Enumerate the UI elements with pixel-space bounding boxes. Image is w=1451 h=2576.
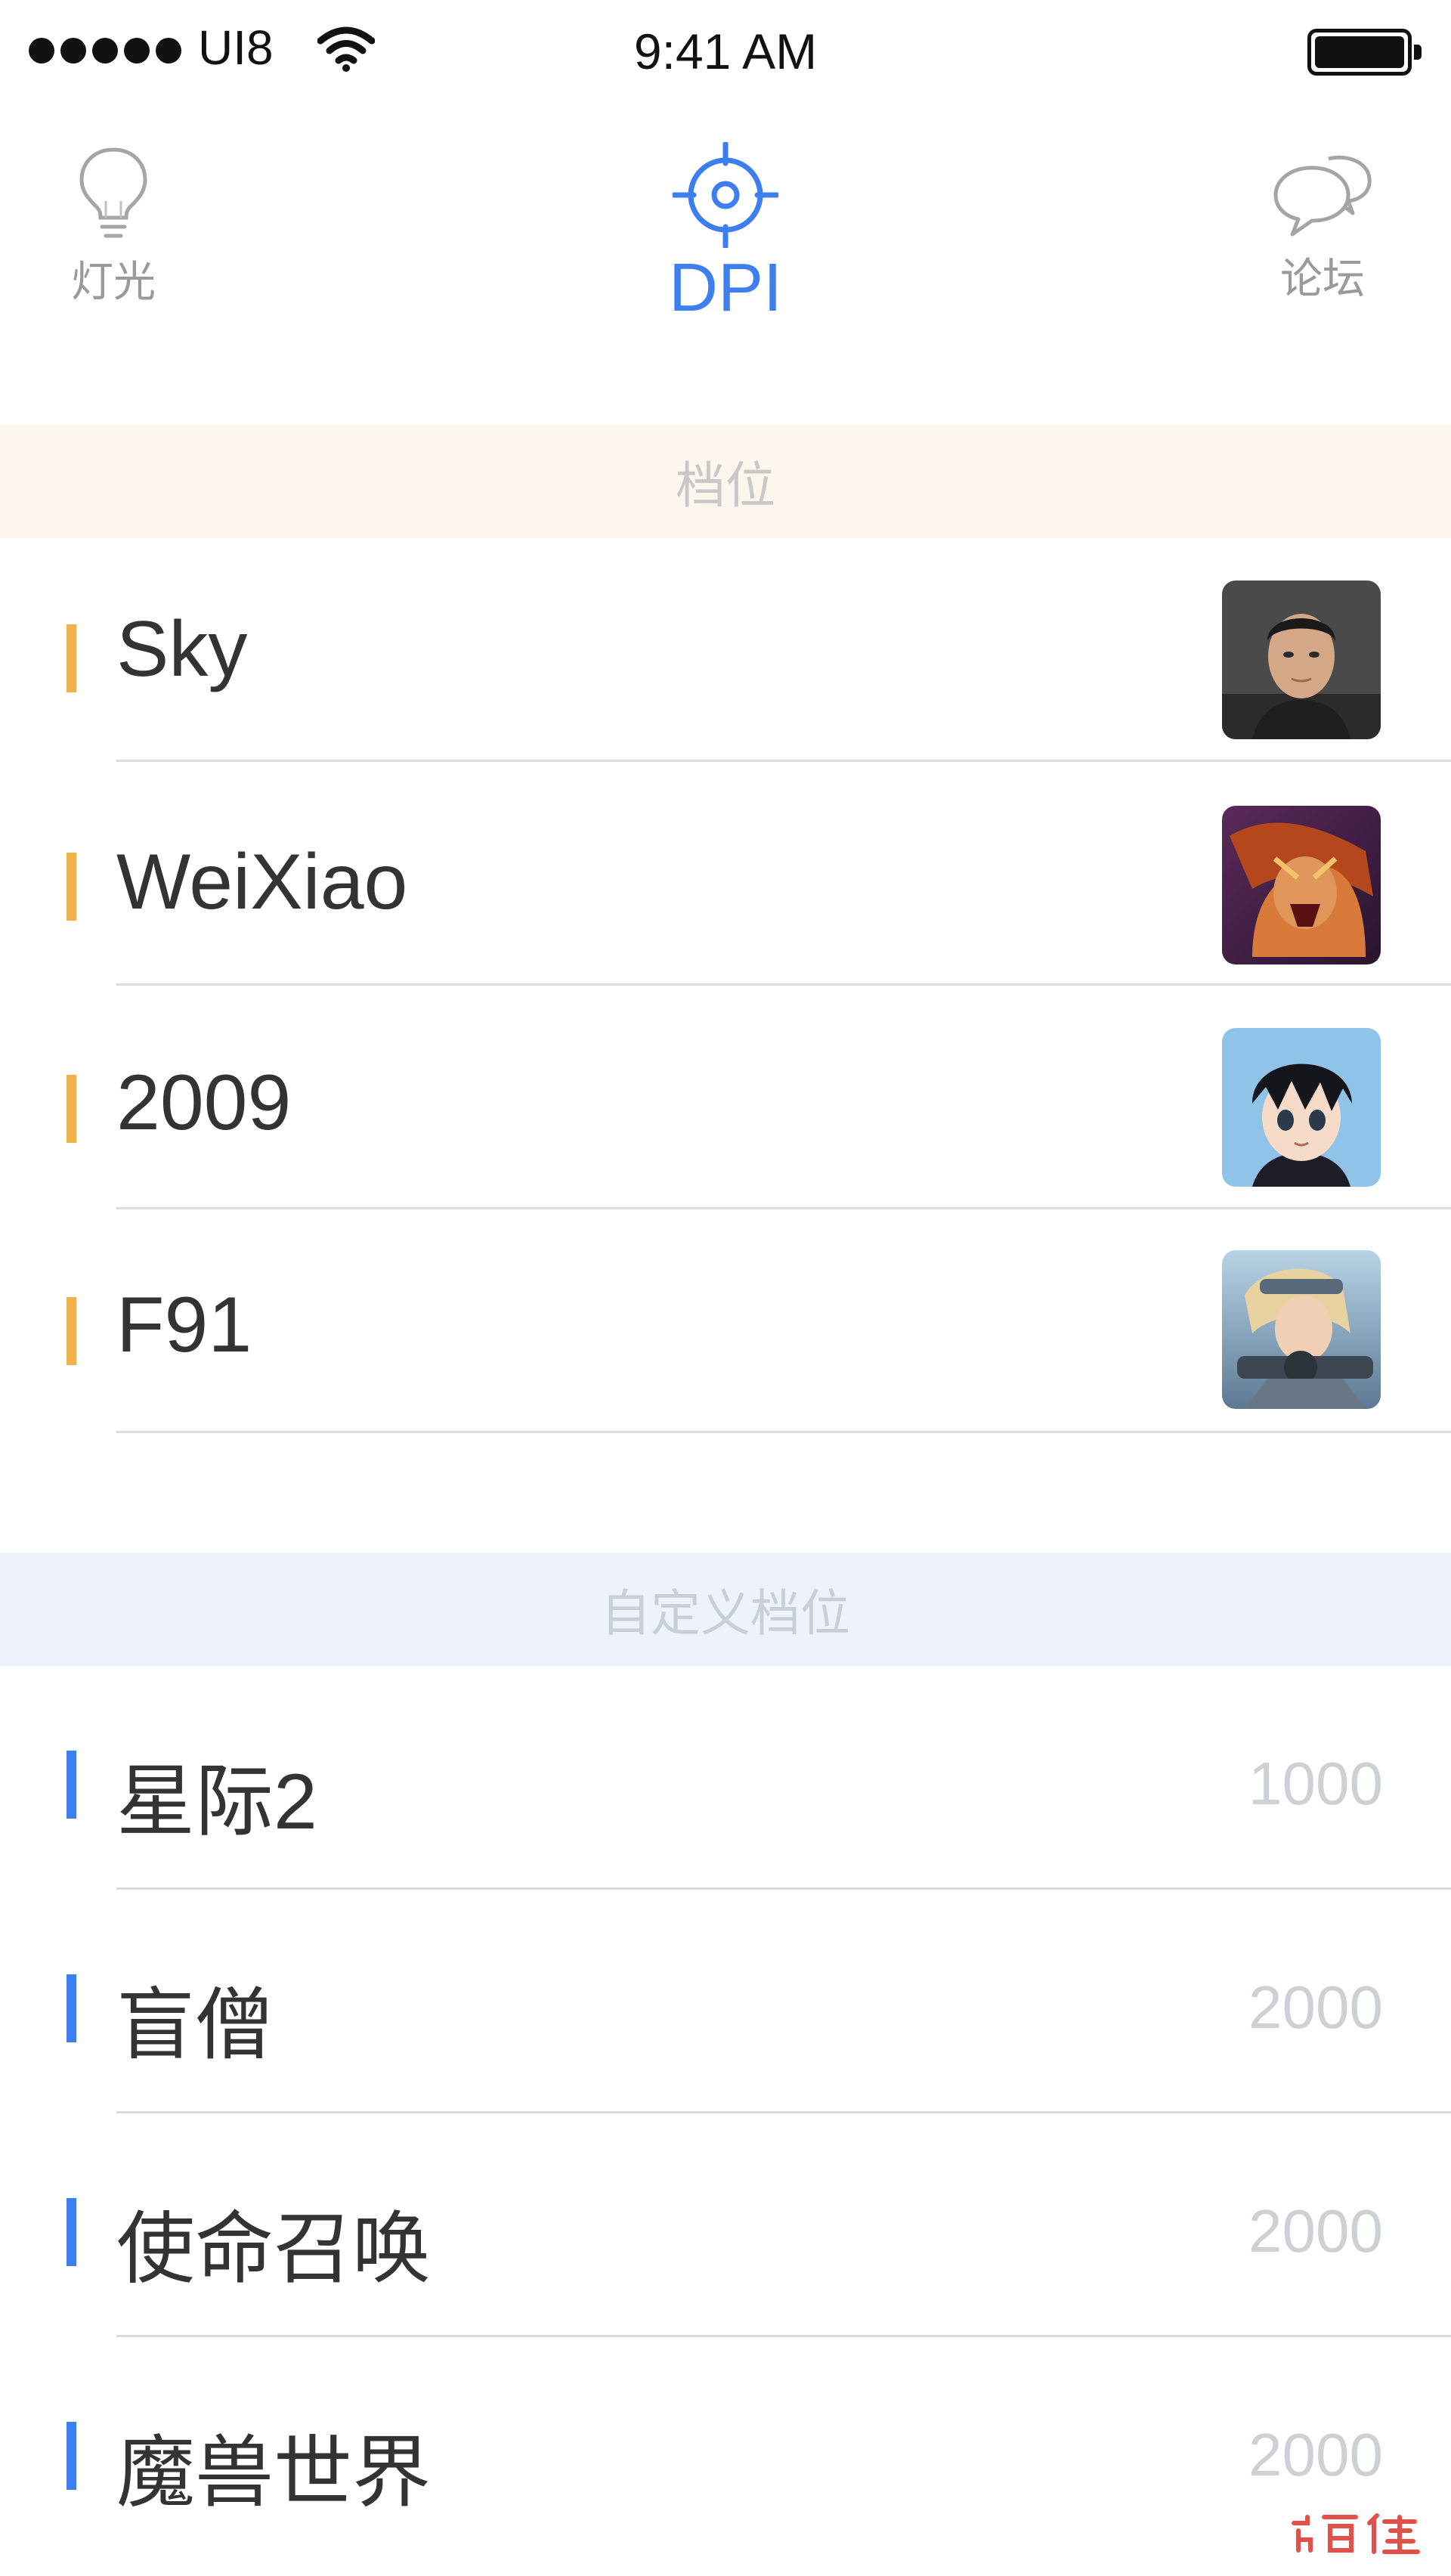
preset-name: Sky bbox=[116, 605, 248, 693]
row-marker bbox=[67, 1297, 76, 1365]
preset-name: F91 bbox=[116, 1281, 252, 1369]
custom-row-world-of-warcraft[interactable]: 魔兽世界 2000 bbox=[0, 2337, 1451, 2561]
preset-name: WeiXiao bbox=[116, 838, 408, 926]
custom-row-call-of-duty[interactable]: 使命召唤 2000 bbox=[0, 2113, 1451, 2337]
status-time: 9:41 AM bbox=[633, 23, 818, 79]
custom-name: 使命召唤 bbox=[116, 2206, 432, 2293]
anime-boy-art-avatar bbox=[1222, 1028, 1381, 1187]
custom-name: 盲僧 bbox=[116, 1982, 274, 2070]
player-photo-avatar bbox=[1222, 581, 1381, 739]
watermark-logo bbox=[1292, 2513, 1420, 2554]
dpi-value: 2000 bbox=[1248, 1974, 1383, 2041]
preset-row-weixiao[interactable]: WeiXiao bbox=[0, 762, 1451, 986]
row-marker bbox=[67, 1974, 76, 2042]
tab-dpi[interactable]: DPI bbox=[620, 142, 831, 327]
tab-light-label: 灯光 bbox=[71, 258, 156, 305]
sniper-art-avatar bbox=[1222, 1250, 1381, 1409]
row-divider bbox=[116, 1431, 1451, 1433]
status-bar: UI8 9:41 AM bbox=[0, 0, 1451, 98]
presets-section-header: 档位 bbox=[0, 425, 1451, 538]
battery-icon bbox=[1307, 29, 1422, 76]
custom-row-starcraft2[interactable]: 星际2 1000 bbox=[0, 1666, 1451, 1890]
custom-section-header: 自定义档位 bbox=[0, 1553, 1451, 1666]
row-marker bbox=[67, 624, 76, 692]
dpi-value: 2000 bbox=[1248, 2197, 1383, 2265]
chat-bubbles-icon bbox=[1273, 155, 1372, 237]
row-marker bbox=[67, 2198, 76, 2266]
lightbulb-icon bbox=[79, 147, 147, 238]
tab-light[interactable]: 灯光 bbox=[45, 145, 181, 309]
preset-row-f91[interactable]: F91 bbox=[0, 1209, 1451, 1433]
dpi-page: UI8 9:41 AM 灯光 DPI 论坛 档位 Sky WeiXiao 200… bbox=[0, 0, 1451, 2576]
tab-forum-label: 论坛 bbox=[1280, 255, 1365, 302]
custom-row-lee-sin[interactable]: 盲僧 2000 bbox=[0, 1890, 1451, 2113]
row-marker bbox=[67, 1075, 76, 1143]
preset-name: 2009 bbox=[116, 1059, 292, 1147]
row-marker bbox=[67, 1751, 76, 1819]
dpi-value: 2000 bbox=[1248, 2421, 1383, 2488]
preset-row-2009[interactable]: 2009 bbox=[0, 986, 1451, 1209]
preset-row-sky[interactable]: Sky bbox=[0, 538, 1451, 762]
tab-forum[interactable]: 论坛 bbox=[1255, 151, 1391, 306]
row-marker bbox=[67, 2422, 76, 2490]
warrior-art-avatar bbox=[1222, 806, 1381, 964]
custom-name: 星际2 bbox=[116, 1758, 317, 1846]
custom-name: 魔兽世界 bbox=[116, 2429, 432, 2517]
crosshair-icon bbox=[673, 142, 778, 248]
tab-dpi-label: DPI bbox=[668, 250, 783, 326]
row-marker bbox=[67, 853, 76, 921]
dpi-value: 1000 bbox=[1248, 1750, 1383, 1817]
